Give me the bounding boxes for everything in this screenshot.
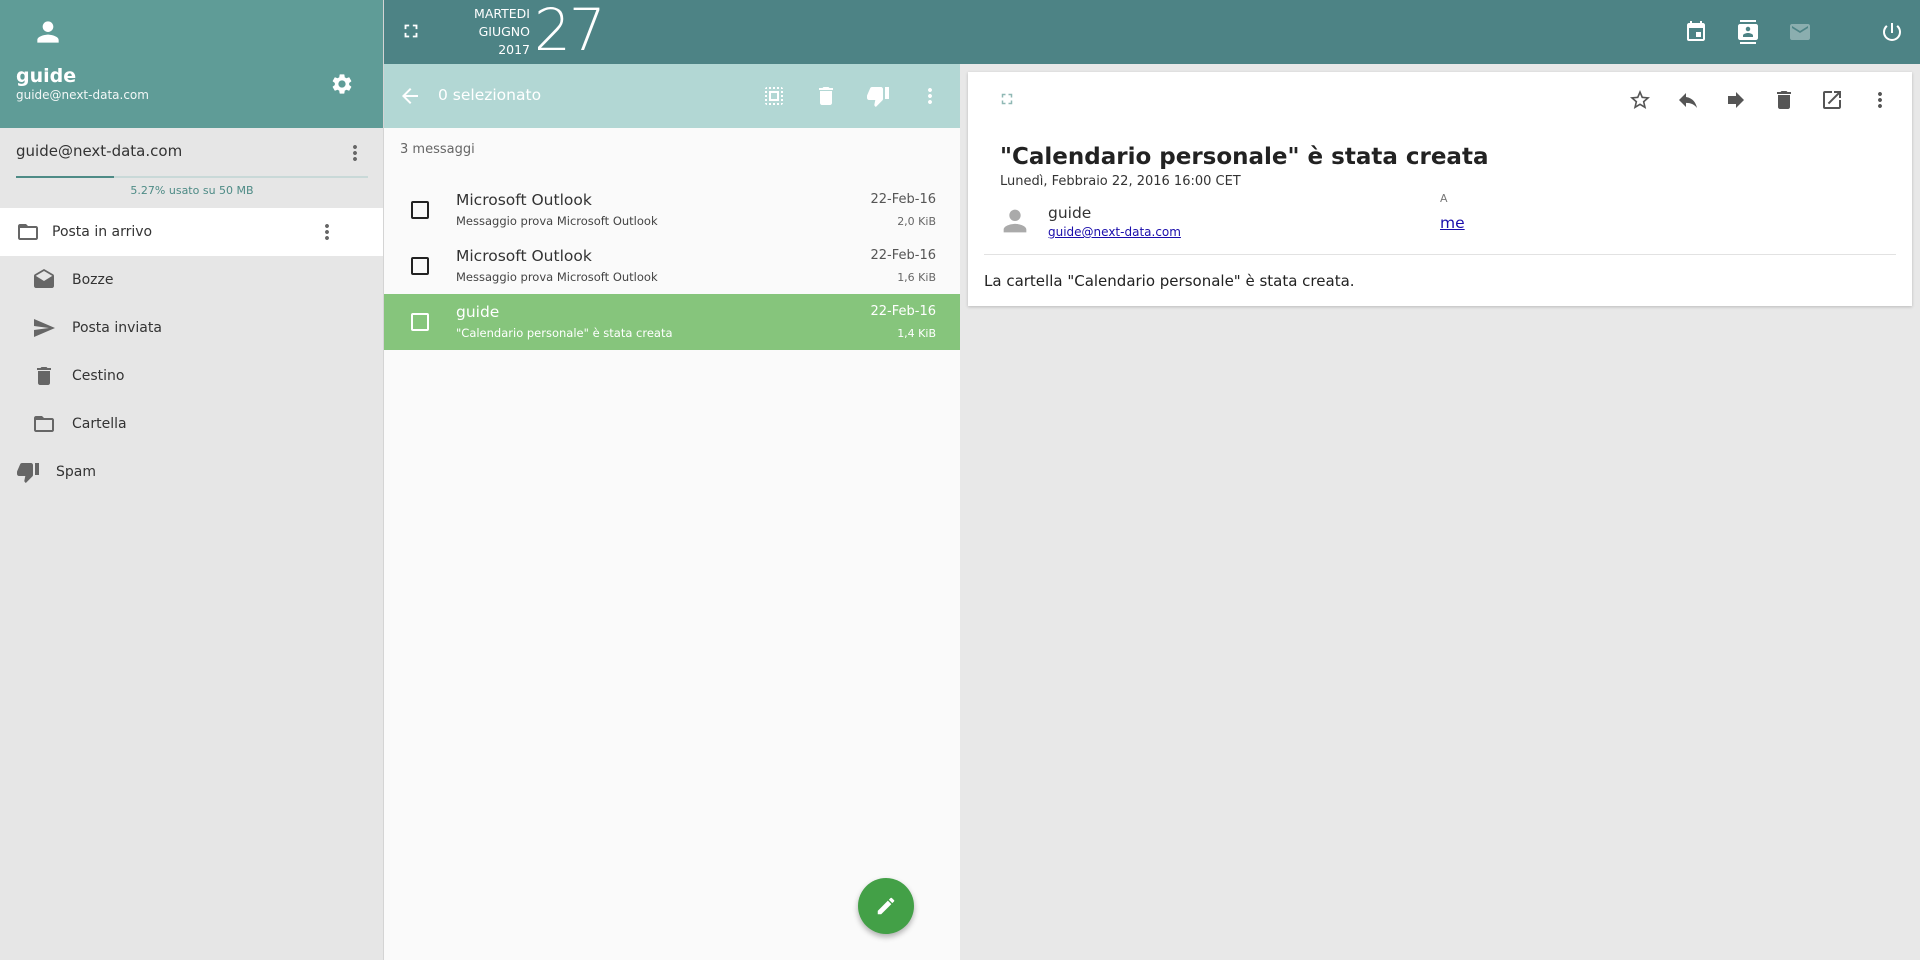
- row-sender: guide: [456, 303, 500, 321]
- row-date: 22-Feb-16: [870, 192, 936, 207]
- row-checkbox[interactable]: [411, 201, 429, 219]
- folder-drafts[interactable]: Bozze: [0, 256, 383, 304]
- date-weekday: MARTEDI: [474, 6, 530, 21]
- row-size: 2,0 KiB: [897, 215, 936, 228]
- fullscreen-icon[interactable]: [400, 20, 422, 42]
- divider: [984, 254, 1896, 255]
- calendar-icon[interactable]: [1684, 20, 1708, 44]
- user-email: guide@next-data.com: [16, 88, 149, 102]
- folder-label: Posta inviata: [72, 320, 162, 336]
- row-date: 22-Feb-16: [870, 248, 936, 263]
- drafts-icon: [32, 268, 56, 292]
- contacts-icon[interactable]: [1736, 20, 1760, 44]
- message-row[interactable]: Microsoft Outlook Messaggio prova Micros…: [384, 182, 960, 238]
- reply-icon[interactable]: [1676, 88, 1700, 112]
- more-vert-icon[interactable]: [315, 220, 339, 244]
- account-section: guide@next-data.com 5.27% usato su 50 MB: [0, 128, 383, 208]
- message-row-selected[interactable]: guide "Calendario personale" è stata cre…: [384, 294, 960, 350]
- sender-name: guide: [1048, 204, 1092, 222]
- folder-spam[interactable]: Spam: [0, 448, 383, 496]
- user-name: guide: [16, 65, 77, 87]
- thumb-down-icon[interactable]: [866, 84, 890, 108]
- trash-icon[interactable]: [1772, 88, 1796, 112]
- message-subject: "Calendario personale" è stata creata: [1000, 144, 1489, 170]
- star-icon[interactable]: [1628, 88, 1652, 112]
- date-month: GIUGNO: [478, 24, 530, 39]
- recipient-label: A: [1440, 192, 1448, 205]
- back-arrow-icon[interactable]: [398, 84, 422, 108]
- row-subject: Messaggio prova Microsoft Outlook: [456, 270, 658, 284]
- date-block: MARTEDI GIUGNO 2017: [444, 5, 530, 59]
- selection-count: 0 selezionato: [438, 86, 542, 104]
- trash-icon: [32, 364, 56, 388]
- folder-label: Posta in arrivo: [52, 224, 153, 240]
- more-vert-icon[interactable]: [918, 84, 942, 108]
- row-size: 1,4 KiB: [897, 327, 936, 340]
- trash-icon[interactable]: [814, 84, 838, 108]
- more-vert-icon[interactable]: [343, 141, 367, 165]
- quota-bar-fill: [16, 176, 115, 178]
- message-reader: "Calendario personale" è stata creata Lu…: [968, 72, 1912, 306]
- row-size: 1,6 KiB: [897, 271, 936, 284]
- date-day: 27: [534, 0, 606, 64]
- message-row[interactable]: Microsoft Outlook Messaggio prova Micros…: [384, 238, 960, 294]
- row-subject: "Calendario personale" è stata creata: [456, 326, 673, 340]
- top-bar: MARTEDI GIUGNO 2017 27: [384, 0, 1920, 64]
- quota-text: 5.27% usato su 50 MB: [130, 184, 254, 197]
- message-body: La cartella "Calendario personale" è sta…: [984, 272, 1355, 290]
- power-icon[interactable]: [1880, 20, 1904, 44]
- gear-icon[interactable]: [330, 72, 354, 96]
- folder-inbox[interactable]: Posta in arrivo: [0, 208, 383, 256]
- recipient-link[interactable]: me: [1440, 214, 1465, 232]
- folder-trash[interactable]: Cestino: [0, 352, 383, 400]
- more-vert-icon[interactable]: [1868, 88, 1892, 112]
- open-in-new-icon[interactable]: [1820, 88, 1844, 112]
- folder-icon: [16, 220, 40, 244]
- folder-label: Bozze: [72, 272, 114, 288]
- thumb-down-icon: [16, 460, 40, 484]
- compose-button[interactable]: [858, 878, 914, 934]
- row-sender: Microsoft Outlook: [456, 247, 592, 265]
- select-all-icon[interactable]: [762, 84, 786, 108]
- folder-sent[interactable]: Posta inviata: [0, 304, 383, 352]
- folder-icon: [32, 412, 56, 436]
- row-checkbox[interactable]: [411, 313, 429, 331]
- send-icon: [32, 316, 56, 340]
- sidebar: guide guide@next-data.com guide@next-dat…: [0, 0, 384, 960]
- row-subject: Messaggio prova Microsoft Outlook: [456, 214, 658, 228]
- person-icon: [998, 204, 1032, 238]
- row-date: 22-Feb-16: [870, 304, 936, 319]
- forward-icon[interactable]: [1724, 88, 1748, 112]
- row-checkbox[interactable]: [411, 257, 429, 275]
- sidebar-header: guide guide@next-data.com: [0, 0, 383, 128]
- fullscreen-icon[interactable]: [998, 90, 1016, 108]
- message-count: 3 messaggi: [400, 142, 475, 157]
- sender-email-link[interactable]: guide@next-data.com: [1048, 225, 1181, 239]
- folder-custom[interactable]: Cartella: [0, 400, 383, 448]
- mail-icon[interactable]: [1788, 20, 1812, 44]
- pencil-icon: [875, 895, 897, 917]
- quota-bar: [16, 176, 368, 178]
- row-sender: Microsoft Outlook: [456, 191, 592, 209]
- folder-label: Cartella: [72, 416, 127, 432]
- folder-label: Spam: [56, 464, 96, 480]
- list-toolbar: 0 selezionato: [384, 64, 960, 128]
- message-list: 0 selezionato 3 messaggi Microsoft Outlo…: [384, 64, 960, 960]
- message-date: Lunedì, Febbraio 22, 2016 16:00 CET: [1000, 174, 1241, 189]
- account-email[interactable]: guide@next-data.com: [16, 142, 182, 160]
- person-icon: [32, 16, 64, 48]
- folder-label: Cestino: [72, 368, 125, 384]
- date-year: 2017: [498, 42, 530, 57]
